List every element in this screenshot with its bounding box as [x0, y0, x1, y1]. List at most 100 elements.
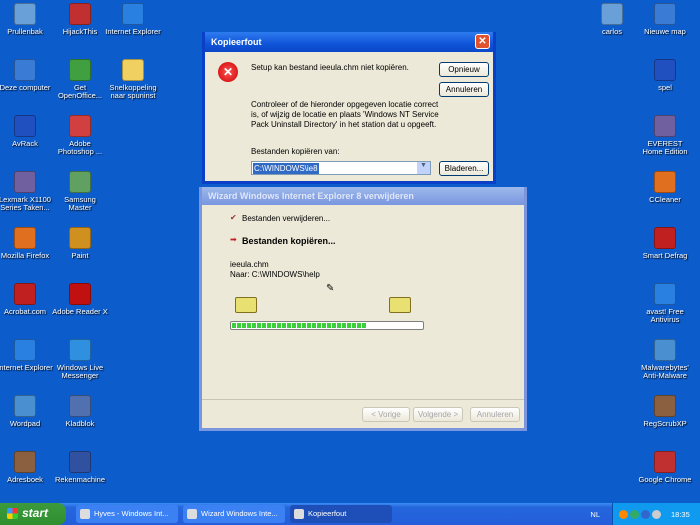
desktop-icon[interactable]: Kladblok	[52, 395, 108, 428]
task-hyves[interactable]: Hyves - Windows Int...	[76, 505, 178, 523]
close-button[interactable]: ✕	[475, 34, 490, 49]
app-icon	[14, 115, 36, 137]
error-message: Setup kan bestand ieeula.chm niet kopiër…	[251, 63, 409, 72]
app-icon	[14, 395, 36, 417]
desktop-icon[interactable]: RegScrubXP	[637, 395, 693, 428]
desktop-icon[interactable]: Adobe Photoshop ...	[52, 115, 108, 156]
desktop-icon[interactable]: Smart Defrag	[637, 227, 693, 260]
app-icon	[14, 227, 36, 249]
desktop-icon[interactable]: Paint	[52, 227, 108, 260]
desktop-icon[interactable]: CCleaner	[637, 171, 693, 204]
start-button[interactable]: start	[0, 503, 66, 525]
source-combobox[interactable]: C:\WINDOWS\ie8 ▼	[251, 161, 431, 175]
desktop-icon-label: EVEREST Home Edition	[642, 139, 688, 156]
desktop-icon[interactable]: Acrobat.com	[0, 283, 53, 316]
desktop-icon-label: Samsung Master	[64, 195, 96, 212]
wizard-title: Wizard Windows Internet Explorer 8 verwi…	[208, 191, 414, 201]
wizard-cancel-button[interactable]: Annuleren	[470, 407, 520, 422]
cancel-button[interactable]: Annuleren	[439, 82, 489, 97]
messenger-tray-icon[interactable]	[630, 509, 639, 519]
desktop-icon[interactable]: Internet Explorer	[0, 339, 53, 372]
desktop-icon-label: Acrobat.com	[3, 307, 47, 316]
desktop-icon-label: Lexmark X1100 Series Taken...	[0, 195, 51, 212]
flying-paper-icon: ✎	[326, 283, 335, 294]
divider	[202, 399, 524, 400]
desktop-icon[interactable]: spel	[637, 59, 693, 92]
desktop-icon-label: Paint	[71, 251, 89, 260]
chevron-down-icon[interactable]: ▼	[417, 162, 430, 174]
step-copy-files: Bestanden kopiëren...	[242, 236, 336, 246]
error-instructions: Controleer of de hieronder opgegeven loc…	[251, 100, 439, 129]
desktop-icon[interactable]: Mozilla Firefox	[0, 227, 53, 260]
task-wizard[interactable]: Wizard Windows Inte...	[183, 505, 285, 523]
app-icon	[654, 115, 676, 137]
app-icon	[654, 451, 676, 473]
destination-path: Naar: C:\WINDOWS\help	[230, 270, 320, 279]
desktop-icon-label: Adobe Photoshop ...	[57, 139, 103, 156]
desktop-icon[interactable]: Nieuwe map	[637, 3, 693, 36]
desktop-icon-label: Adobe Reader X	[52, 307, 108, 316]
volume-tray-icon[interactable]	[652, 509, 661, 519]
desktop-icon-label: spel	[658, 83, 672, 92]
desktop-icon[interactable]: Internet Explorer	[105, 3, 161, 36]
arrow-right-icon: ➡	[230, 235, 237, 244]
desktop-icon[interactable]: Google Chrome	[637, 451, 693, 484]
app-icon	[654, 171, 676, 193]
app-icon	[14, 339, 36, 361]
error-dialog-titlebar[interactable]: Kopieerfout ✕	[205, 32, 493, 52]
source-value: C:\WINDOWS\ie8	[253, 163, 319, 174]
retry-button[interactable]: Opnieuw	[439, 62, 489, 77]
language-indicator[interactable]: NL	[590, 510, 600, 519]
malwarebytes-tray-icon[interactable]	[641, 509, 650, 519]
app-icon	[14, 171, 36, 193]
back-button[interactable]: < Vorige	[362, 407, 410, 422]
desktop-icon[interactable]: Adobe Reader X	[52, 283, 108, 316]
folder-icon	[389, 297, 411, 313]
desktop-icon[interactable]: Rekenmachine	[52, 451, 108, 484]
next-button[interactable]: Volgende >	[413, 407, 463, 422]
desktop-icon[interactable]: Lexmark X1100 Series Taken...	[0, 171, 53, 212]
app-icon	[654, 59, 676, 81]
desktop-icon[interactable]: carlos	[584, 3, 640, 36]
desktop-icon-label: HijackThis	[62, 27, 98, 36]
desktop-icon-label: Nieuwe map	[644, 27, 686, 36]
desktop-icon[interactable]: EVEREST Home Edition	[637, 115, 693, 156]
app-icon	[14, 59, 36, 81]
system-tray: 18:35	[612, 503, 700, 525]
app-icon	[69, 115, 91, 137]
folder-icon	[235, 297, 257, 313]
app-icon	[654, 3, 676, 25]
error-icon: ✕	[218, 62, 238, 82]
task-kopieerfout[interactable]: Kopieerfout	[290, 505, 392, 523]
desktop-icon[interactable]: Snelkoppeling naar spuninst	[105, 59, 161, 100]
desktop-icon-label: Adresboek	[7, 475, 43, 484]
desktop-icon[interactable]: HijackThis	[52, 3, 108, 36]
desktop-icon[interactable]: Wordpad	[0, 395, 53, 428]
wizard-titlebar[interactable]: Wizard Windows Internet Explorer 8 verwi…	[202, 187, 524, 205]
desktop-icon[interactable]: Prullenbak	[0, 3, 53, 36]
desktop-icon-label: Malwarebytes' Anti-Malware	[641, 363, 689, 380]
wizard-window: Wizard Windows Internet Explorer 8 verwi…	[199, 187, 527, 431]
desktop-icon-label: Internet Explorer	[105, 27, 161, 36]
desktop-icon[interactable]: Deze computer	[0, 59, 53, 92]
app-icon	[654, 395, 676, 417]
taskbar: start Hyves - Windows Int... Wizard Wind…	[0, 503, 700, 525]
error-dialog: Kopieerfout ✕ ✕ Setup kan bestand ieeula.…	[202, 32, 496, 184]
browse-button[interactable]: Bladeren...	[439, 161, 489, 176]
desktop-icon[interactable]: Windows Live Messenger	[52, 339, 108, 380]
avast-tray-icon[interactable]	[619, 509, 628, 519]
desktop-icon[interactable]: Malwarebytes' Anti-Malware	[637, 339, 693, 380]
desktop-icon[interactable]: avast! Free Antivirus	[637, 283, 693, 324]
desktop-icon[interactable]: Adresboek	[0, 451, 53, 484]
desktop-icon-label: Internet Explorer	[0, 363, 53, 372]
app-icon	[654, 227, 676, 249]
app-icon	[601, 3, 623, 25]
desktop-icon-label: Prullenbak	[7, 27, 43, 36]
app-icon	[69, 283, 91, 305]
desktop-icon[interactable]: AvRack	[0, 115, 53, 148]
app-icon	[69, 3, 91, 25]
desktop-icon[interactable]: Get OpenOffice...	[52, 59, 108, 100]
desktop-icon[interactable]: Samsung Master	[52, 171, 108, 212]
clock[interactable]: 18:35	[671, 510, 690, 519]
app-icon	[69, 451, 91, 473]
